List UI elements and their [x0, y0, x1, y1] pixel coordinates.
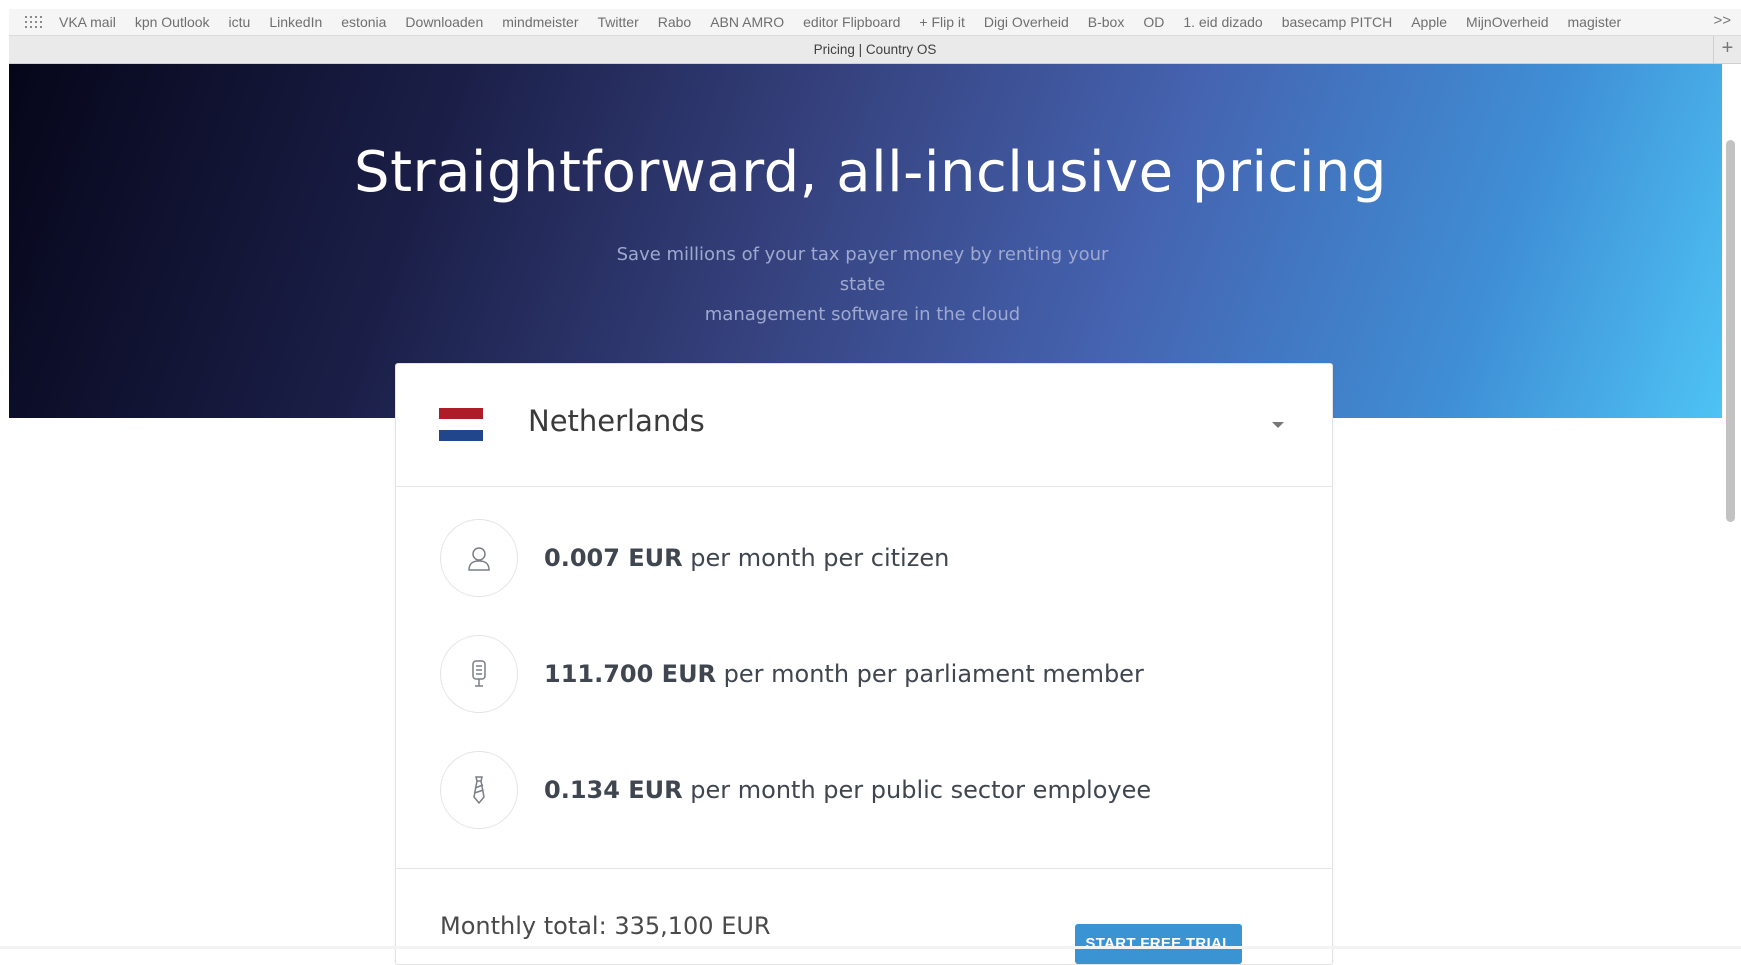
- page-subtitle: Save millions of your tax payer money by…: [600, 240, 1125, 330]
- price-description: per month per parliament member: [716, 660, 1144, 688]
- bookmark-linkedin[interactable]: LinkedIn: [269, 14, 322, 30]
- bookmarks-bar: VKA mail kpn Outlook ictu LinkedIn eston…: [9, 9, 1741, 36]
- country-name: Netherlands: [528, 404, 705, 438]
- bookmark-ictu[interactable]: ictu: [229, 14, 251, 30]
- price-row-employee: 0.134 EUR per month per public sector em…: [396, 733, 1332, 849]
- price-row-parliament: 111.700 EUR per month per parliament mem…: [396, 617, 1332, 733]
- bookmark-rabo[interactable]: Rabo: [658, 14, 691, 30]
- new-tab-button[interactable]: +: [1713, 36, 1741, 63]
- tab-bar: Pricing | Country OS +: [9, 36, 1741, 64]
- bookmark-flip-it[interactable]: + Flip it: [919, 14, 965, 30]
- netherlands-flag-icon: [439, 408, 483, 441]
- bookmark-estonia[interactable]: estonia: [341, 14, 386, 30]
- bookmark-kpn-outlook[interactable]: kpn Outlook: [135, 14, 210, 30]
- bookmark-digi-overheid[interactable]: Digi Overheid: [984, 14, 1069, 30]
- scrollbar-thumb[interactable]: [1726, 140, 1735, 522]
- bookmark-apple[interactable]: Apple: [1411, 14, 1447, 30]
- bookmark-basecamp-pitch[interactable]: basecamp PITCH: [1282, 14, 1392, 30]
- bookmark-mijnoverheid[interactable]: MijnOverheid: [1466, 14, 1548, 30]
- price-description: per month per public sector employee: [682, 776, 1152, 804]
- bookmark-vka-mail[interactable]: VKA mail: [59, 14, 116, 30]
- pricing-card: Netherlands 0.007 EUR per month per citi…: [395, 363, 1333, 965]
- price-amount: 111.700 EUR: [544, 660, 717, 688]
- price-employee: 0.134 EUR per month per public sector em…: [544, 776, 1151, 804]
- chevron-down-icon[interactable]: [1272, 422, 1284, 428]
- bookmark-od[interactable]: OD: [1143, 14, 1164, 30]
- bookmark-eid-dizado[interactable]: 1. eid dizado: [1183, 14, 1262, 30]
- bookmark-downloaden[interactable]: Downloaden: [405, 14, 483, 30]
- tie-icon: [440, 751, 518, 829]
- monthly-total: Monthly total: 335,100 EUR: [440, 912, 771, 940]
- price-amount: 0.007 EUR: [544, 544, 683, 572]
- bookmark-mindmeister[interactable]: mindmeister: [502, 14, 578, 30]
- price-citizen: 0.007 EUR per month per citizen: [544, 544, 949, 572]
- price-amount: 0.134 EUR: [544, 776, 683, 804]
- apps-grid-icon[interactable]: [25, 16, 43, 28]
- tab-title[interactable]: Pricing | Country OS: [814, 42, 937, 57]
- start-free-trial-button[interactable]: START FREE TRIAL: [1075, 924, 1242, 964]
- bookmark-b-box[interactable]: B-box: [1088, 14, 1125, 30]
- price-parliament: 111.700 EUR per month per parliament mem…: [544, 660, 1144, 688]
- subtitle-line-1: Save millions of your tax payer money by…: [616, 244, 1109, 295]
- divider: [396, 868, 1332, 869]
- price-description: per month per citizen: [682, 544, 950, 572]
- page-title: Straightforward, all-inclusive pricing: [354, 140, 1387, 205]
- bookmark-abn-amro[interactable]: ABN AMRO: [710, 14, 784, 30]
- microphone-icon: [440, 635, 518, 713]
- bookmarks-overflow-button[interactable]: >>: [1713, 12, 1731, 29]
- bookmark-twitter[interactable]: Twitter: [598, 14, 639, 30]
- bookmark-editor-flipboard[interactable]: editor Flipboard: [803, 14, 900, 30]
- person-icon: [440, 519, 518, 597]
- subtitle-line-2: management software in the cloud: [704, 304, 1021, 325]
- country-select[interactable]: Netherlands: [396, 364, 1332, 487]
- bookmark-magister[interactable]: magister: [1568, 14, 1622, 30]
- price-row-citizen: 0.007 EUR per month per citizen: [396, 501, 1332, 617]
